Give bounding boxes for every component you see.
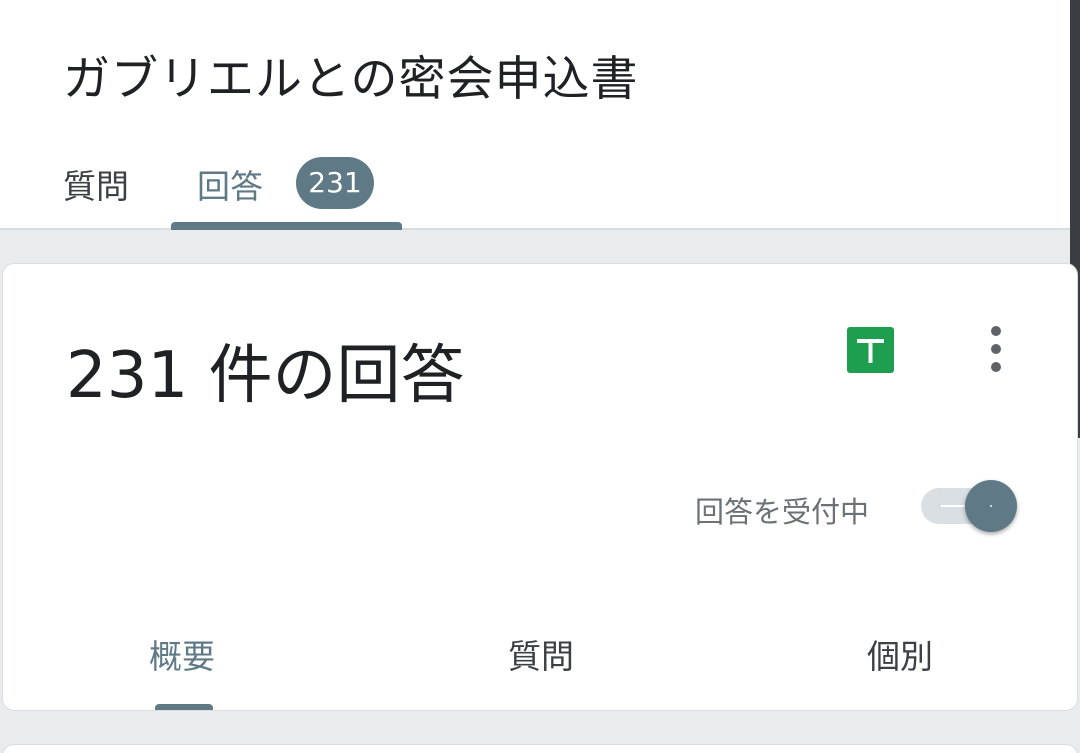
forms-app: ガブリエルとの密会申込書 質問 回答 231 231 件の回答 回答を受付中 概… [0,0,1080,753]
accepting-responses-label: 回答を受付中 [695,495,870,529]
subtab-summary[interactable]: 概要 [149,630,215,678]
toggle-track-line [941,505,967,507]
sheets-icon[interactable] [847,327,894,373]
responses-count-badge: 231 [296,157,374,209]
toggle-knob[interactable] [965,480,1017,532]
more-vert-icon[interactable] [981,326,1011,374]
toggle-knob-dot [990,505,992,507]
tab-responses[interactable]: 回答 [197,160,263,208]
responses-card-title: 231 件の回答 [66,339,465,413]
active-tab-indicator [171,222,402,230]
responses-card: 231 件の回答 回答を受付中 概要 質問 個別 [2,263,1078,711]
sheets-glyph [857,339,884,363]
next-card [2,744,1078,753]
subtab-individual[interactable]: 個別 [867,630,933,678]
subtab-question[interactable]: 質問 [508,630,574,678]
form-title: ガブリエルとの密会申込書 [63,52,639,107]
active-subtab-indicator [155,704,213,710]
more-vert-glyph [991,326,1001,372]
tab-questions[interactable]: 質問 [63,160,129,208]
form-header: ガブリエルとの密会申込書 質問 回答 231 [0,0,1080,230]
